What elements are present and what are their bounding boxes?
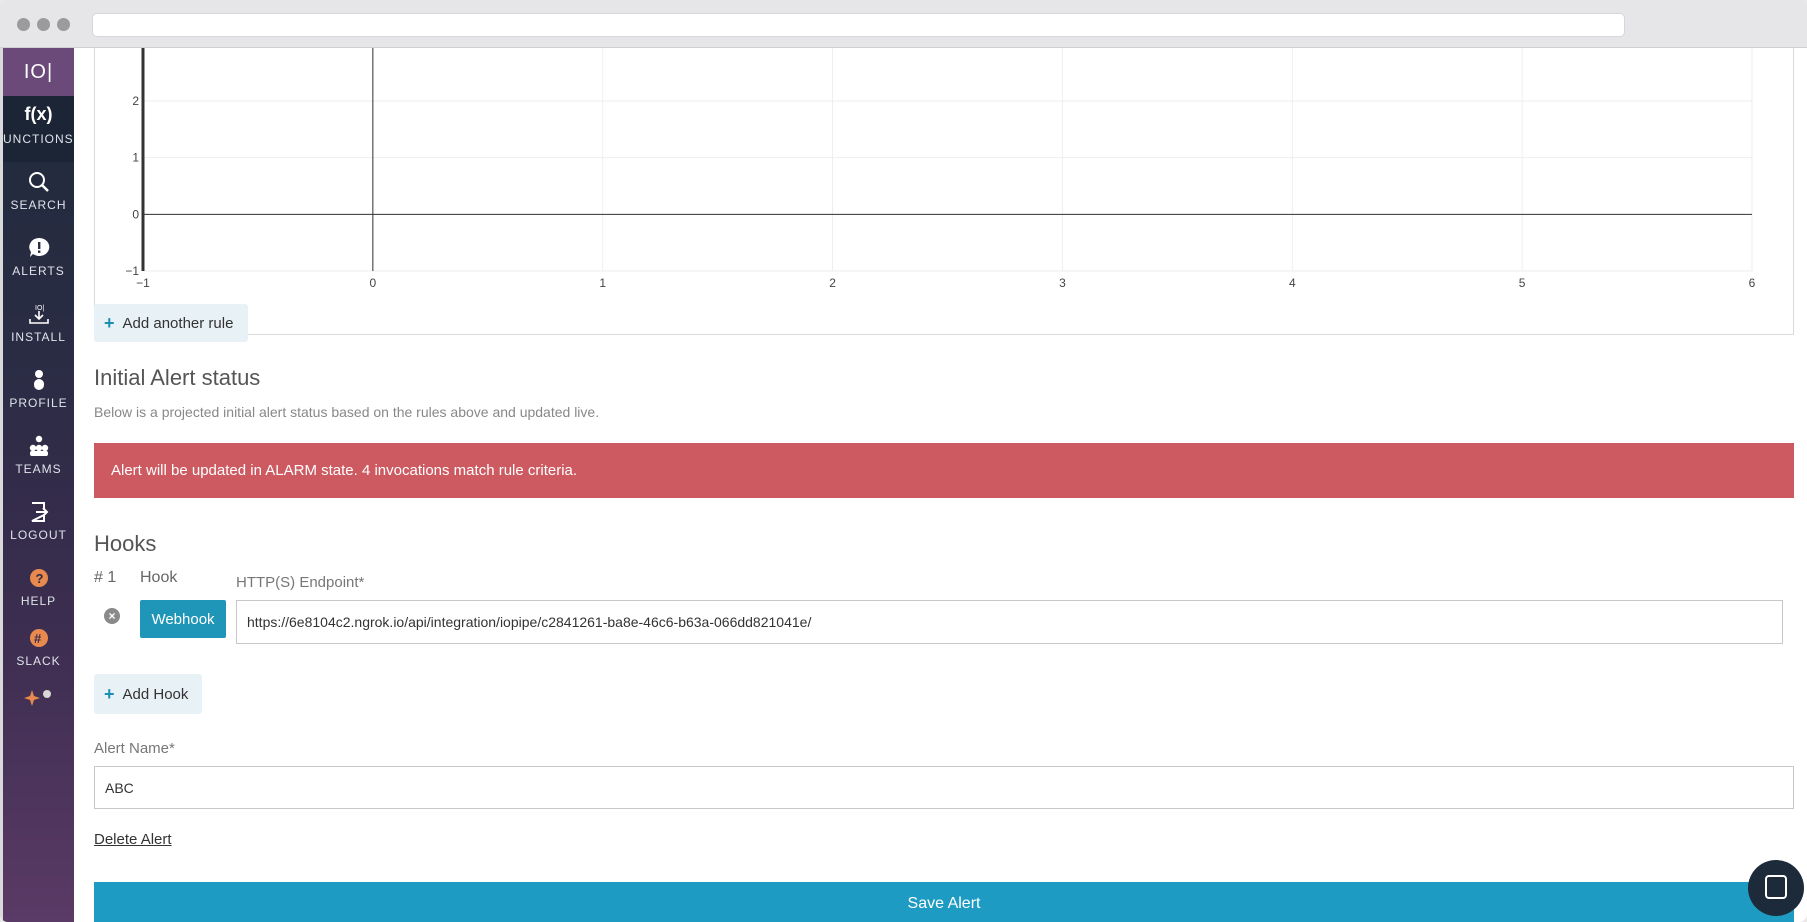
x-tick-label: 5 [1519,276,1526,290]
profile-icon [33,370,44,390]
chart-svg: −1 0 1 2 3 4 5 6 2 1 0 −1 [125,48,1756,290]
svg-text:IO|: IO| [35,305,44,312]
remove-hook-icon[interactable]: × [104,608,120,624]
sidebar-item-logout[interactable]: LOGOUT [3,492,74,554]
rule-chart: −1 0 1 2 3 4 5 6 2 1 0 −1 [94,48,1794,335]
slack-icon: # [29,629,48,647]
sidebar-item-slack[interactable]: # SLACK [3,618,74,680]
y-tick-label: 2 [132,94,139,108]
minimize-window-icon[interactable] [37,18,50,31]
delete-alert-link[interactable]: Delete Alert [94,831,172,848]
chat-icon [1765,875,1787,899]
save-alert-button[interactable]: Save Alert [94,882,1794,922]
sidebar-item-profile[interactable]: PROFILE [3,360,74,422]
x-tick-label: 2 [829,276,836,290]
address-bar[interactable] [92,13,1625,37]
add-hook-button[interactable]: + Add Hook [94,674,202,714]
plus-icon: + [104,312,115,333]
alert-name-input[interactable]: ABC [94,766,1794,809]
sidebar-item-label: SLACK [16,654,61,668]
sidebar-item-alerts[interactable]: ALERTS [3,228,74,290]
sidebar-item-teams[interactable]: TEAMS [3,426,74,488]
sidebar-item-help[interactable]: ? HELP [3,558,74,620]
main-content: −1 0 1 2 3 4 5 6 2 1 0 −1 + Add another rule Initia… [74,48,1807,922]
add-rule-button[interactable]: + Add another rule [94,304,248,342]
sidebar-item-label: ALERTS [12,264,65,278]
alarm-status-banner: Alert will be updated in ALARM state. 4 … [94,443,1794,498]
sidebar-item-functions[interactable]: f(x) UNCTIONS [3,96,74,162]
add-hook-label: Add Hook [122,685,189,703]
teams-icon [29,435,48,456]
plus-icon: + [104,683,115,704]
help-icon: ? [29,569,48,587]
x-tick-label: −1 [136,276,150,290]
hooks-heading: Hooks [94,531,157,556]
svg-text:?: ? [35,571,43,586]
sidebar-item-label: LOGOUT [10,528,67,542]
hook-index-label: # 1 [94,569,117,586]
search-icon [28,172,49,192]
initial-status-heading: Initial Alert status [94,365,261,390]
sidebar-item-search[interactable]: SEARCH [3,162,74,224]
alert-icon [28,237,49,257]
y-tick-label: 0 [132,207,139,221]
sparkle-icon [23,690,51,706]
alert-name-label: Alert Name* [94,740,175,757]
alarm-status-text: Alert will be updated in ALARM state. 4 … [111,462,578,479]
sidebar-item-label: HELP [20,594,57,608]
initial-status-subtitle: Below is a projected initial alert statu… [94,404,600,420]
sidebar-item-label: TEAMS [15,462,62,476]
x-tick-label: 0 [370,276,377,290]
close-window-icon[interactable] [17,18,30,31]
functions-icon: f(x) [24,104,53,124]
sidebar-item-label: INSTALL [11,330,66,344]
app-logo[interactable]: IO| [3,48,74,96]
webhook-type-button[interactable]: Webhook [140,600,226,638]
maximize-window-icon[interactable] [57,18,70,31]
x-tick-label: 6 [1749,276,1756,290]
y-tick-label: 1 [132,151,139,165]
x-tick-label: 1 [599,276,606,290]
sidebar-item-label: SEARCH [10,198,67,212]
y-tick-label: −1 [125,264,139,278]
sidebar-item-whats-new[interactable] [3,684,74,714]
sidebar-item-label: UNCTIONS [3,132,74,146]
chat-launcher[interactable] [1748,860,1804,916]
sidebar-nav: IO| f(x) UNCTIONS SEARCH ALERTS IO| INST… [3,48,74,922]
browser-titlebar [0,0,1807,48]
add-rule-label: Add another rule [122,314,234,332]
browser-window: IO| f(x) UNCTIONS SEARCH ALERTS IO| INST… [0,0,1807,922]
sidebar-item-label: PROFILE [9,396,68,410]
endpoint-input[interactable]: https://6e8104c2.ngrok.io/api/integratio… [236,600,1783,644]
install-icon: IO| [28,305,49,324]
svg-text:#: # [34,631,42,646]
x-tick-label: 4 [1289,276,1296,290]
sidebar-item-install[interactable]: IO| INSTALL [3,294,74,356]
endpoint-label: HTTP(S) Endpoint* [236,574,365,591]
hook-type-label: Hook [140,569,178,586]
logout-icon [31,502,48,522]
x-tick-label: 3 [1059,276,1066,290]
